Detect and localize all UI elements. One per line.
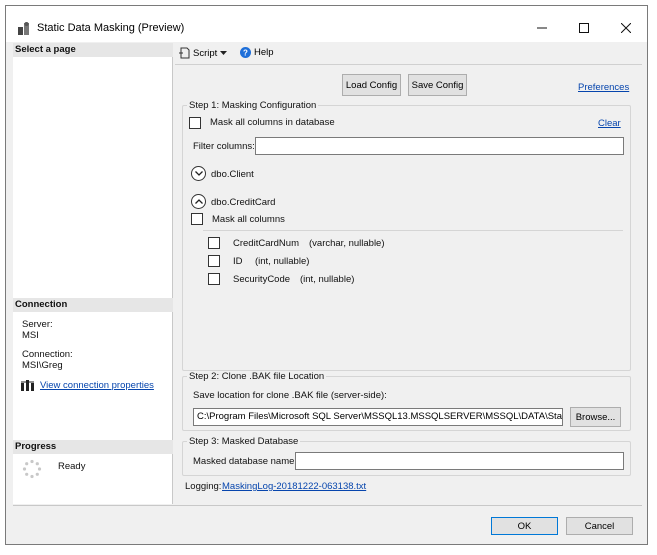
column-name-id: ID <box>233 256 243 267</box>
mask-all-columns-label: Mask all columns <box>212 214 285 225</box>
progress-header: Progress <box>13 440 173 454</box>
help-button[interactable]: ? Help <box>240 47 274 58</box>
ok-button[interactable]: OK <box>491 517 558 535</box>
help-icon: ? <box>240 47 251 58</box>
divider <box>203 230 623 231</box>
script-icon <box>179 47 190 59</box>
save-config-button[interactable]: Save Config <box>408 74 467 96</box>
mask-all-db-label: Mask all columns in database <box>210 117 335 128</box>
chevron-up-icon <box>194 199 203 204</box>
column-type-securitycode: (int, nullable) <box>300 274 355 285</box>
script-label: Script <box>193 47 218 59</box>
filter-columns-label: Filter columns: <box>193 141 255 152</box>
title-bar: Static Data Masking (Preview) <box>6 6 647 42</box>
logging-file-link[interactable]: MaskingLog-20181222-063138.txt <box>222 481 366 492</box>
table-name-creditcard: dbo.CreditCard <box>211 197 276 208</box>
bottom-bar: OK Cancel <box>13 505 642 541</box>
browse-button[interactable]: Browse... <box>570 407 621 427</box>
save-location-label: Save location for clone .BAK file (serve… <box>193 390 387 401</box>
mask-all-columns-checkbox[interactable] <box>191 213 203 225</box>
chevron-down-icon <box>194 171 203 176</box>
minimize-icon <box>537 27 547 29</box>
load-config-button[interactable]: Load Config <box>342 74 401 96</box>
column-checkbox-creditcardnum[interactable] <box>208 237 220 249</box>
expand-client-button[interactable] <box>191 166 206 181</box>
database-mask-icon <box>18 22 29 35</box>
connection-header: Connection <box>13 298 173 312</box>
left-pane: Select a page Connection Server: MSI Con… <box>13 43 173 504</box>
maximize-button[interactable] <box>564 14 604 42</box>
select-page-header: Select a page <box>13 43 173 57</box>
server-value: MSI <box>22 330 39 341</box>
column-name-creditcardnum: CreditCardNum <box>233 238 299 249</box>
clear-link[interactable]: Clear <box>598 118 621 129</box>
connection-properties-icon <box>21 380 34 391</box>
minimize-button[interactable] <box>522 14 562 42</box>
table-name-client: dbo.Client <box>211 169 254 180</box>
collapse-creditcard-button[interactable] <box>191 194 206 209</box>
progress-spinner-icon <box>22 459 42 479</box>
column-checkbox-securitycode[interactable] <box>208 273 220 285</box>
step1-title: Step 1: Masking Configuration <box>187 100 319 111</box>
connection-label: Connection: <box>22 349 73 360</box>
progress-status: Ready <box>58 461 86 472</box>
bak-path-input[interactable]: C:\Program Files\Microsoft SQL Server\MS… <box>193 408 563 426</box>
maximize-icon <box>579 23 589 33</box>
dialog-window: Static Data Masking (Preview) Select a p… <box>5 5 648 545</box>
mask-all-db-checkbox[interactable] <box>189 117 201 129</box>
close-icon <box>621 23 631 33</box>
server-label: Server: <box>22 319 53 330</box>
preferences-link[interactable]: Preferences <box>578 82 629 93</box>
step3-group: Step 3: Masked Database Masked database … <box>182 436 631 476</box>
step2-title: Step 2: Clone .BAK file Location <box>187 371 327 382</box>
column-type-id: (int, nullable) <box>255 256 310 267</box>
svg-text:?: ? <box>243 49 248 58</box>
script-dropdown[interactable]: Script <box>179 47 228 59</box>
column-checkbox-id[interactable] <box>208 255 220 267</box>
step2-group: Step 2: Clone .BAK file Location Save lo… <box>182 371 631 431</box>
chevron-down-icon <box>220 50 228 55</box>
cancel-button[interactable]: Cancel <box>566 517 633 535</box>
connection-value: MSI\Greg <box>22 360 63 371</box>
close-button[interactable] <box>606 14 646 42</box>
logging-label: Logging: <box>185 481 222 492</box>
view-connection-properties-link[interactable]: View connection properties <box>40 380 154 391</box>
column-name-securitycode: SecurityCode <box>233 274 291 285</box>
toolbar: Script ? Help <box>175 43 642 65</box>
step3-title: Step 3: Masked Database <box>187 436 301 447</box>
filter-columns-input[interactable] <box>255 137 624 155</box>
masked-db-name-input[interactable] <box>295 452 624 470</box>
column-type-creditcardnum: (varchar, nullable) <box>309 238 385 249</box>
window-title: Static Data Masking (Preview) <box>37 22 185 34</box>
step1-group: Step 1: Masking Configuration Mask all c… <box>182 100 631 371</box>
help-label: Help <box>254 47 274 58</box>
masked-db-name-label: Masked database name: <box>193 456 298 467</box>
